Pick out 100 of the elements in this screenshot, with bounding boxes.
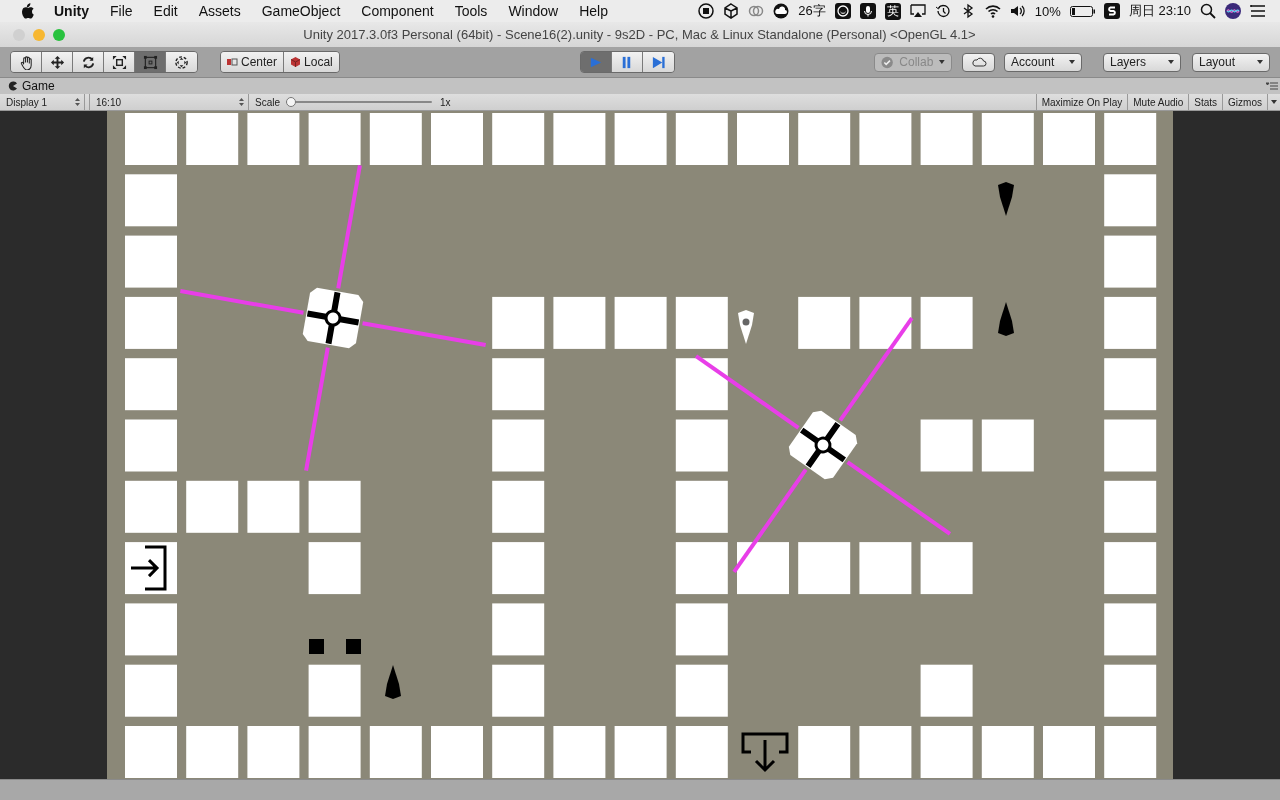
wall-tile [186,480,239,533]
wall-tile [675,664,728,717]
ship-icon [998,302,1014,336]
rect-icon [142,54,158,70]
wall-tile [1104,174,1157,227]
menu-item[interactable]: Tools [454,3,488,19]
wall-tile [1104,235,1157,288]
record-icon[interactable] [698,3,715,19]
airplay-icon[interactable] [909,3,926,19]
wall-tile [1104,726,1157,778]
wall-tile [125,235,177,288]
account-dropdown[interactable]: Account [1004,52,1082,72]
panel-menu-icon[interactable] [1266,82,1278,90]
microphone-icon[interactable] [859,3,876,19]
pivot-center-icon [227,57,238,67]
wall-tile [1043,726,1095,778]
toolbar-toggle[interactable]: Gizmos [1222,94,1267,110]
wall-tile [798,726,851,778]
wall-tile [1104,664,1157,717]
wall-tile [737,113,789,165]
checkmark-icon [881,55,894,69]
battery-icon[interactable] [1069,3,1095,19]
wall-tile [920,542,973,595]
scale-tool-button[interactable] [104,52,135,72]
wall-tile [125,296,177,349]
pivot-button[interactable]: Center [221,52,285,72]
toolbar-toggle[interactable]: Mute Audio [1127,94,1189,110]
scale-value: 1x [440,96,451,108]
s-app-icon[interactable] [1103,3,1120,19]
tray-arrow-icon [741,732,789,773]
cloud-icon[interactable] [773,3,790,19]
wall-tile [125,419,177,472]
scale-slider[interactable] [286,97,432,107]
wall-tile [981,419,1034,472]
wall-tile [125,726,177,778]
game-tab[interactable]: Game [0,79,63,93]
pause-button[interactable] [611,52,643,72]
slider-thumb[interactable] [286,97,296,107]
wall-tile [798,542,851,595]
history-clock-icon[interactable] [934,3,951,19]
wall-tile [675,358,728,411]
wall-tile [369,113,422,165]
wall-tile [859,296,912,349]
pacman-icon [8,81,18,91]
spinner-hub-icon [788,410,858,480]
stepper-arrows-icon [75,98,80,106]
smiley-icon[interactable] [834,3,851,19]
input-method-indicator[interactable]: 英 [884,2,901,20]
toolbar-toggle[interactable]: Maximize On Play [1035,94,1128,110]
wall-tile [614,726,667,778]
wall-tile [369,726,422,778]
wall-tile [492,480,545,533]
rotate-tool-button[interactable] [73,52,104,72]
menu-item[interactable]: Window [508,3,559,19]
toolbar-toggle[interactable]: Stats [1188,94,1223,110]
hand-tool-button[interactable] [11,52,42,72]
status-text: 10% [1034,3,1061,19]
display-dropdown[interactable]: Display 1 [0,94,85,110]
menu-item[interactable]: Edit [153,3,178,19]
menu-item[interactable]: Unity [54,3,89,19]
creative-cloud-icon[interactable] [748,3,765,19]
wall-tile [492,726,545,778]
wall-tile [675,542,728,595]
search-icon[interactable] [1200,3,1216,19]
wall-tile [614,296,667,349]
wall-tile [614,113,667,165]
step-button[interactable] [642,52,674,72]
wall-tile [492,296,545,349]
wall-tile [859,542,912,595]
wall-tile [308,480,361,533]
cloud-button[interactable] [962,52,995,72]
volume-icon[interactable] [1009,3,1026,19]
layout-dropdown[interactable]: Layout [1192,52,1270,72]
caret-icon [1257,60,1263,64]
wall-tile [1104,296,1157,349]
wall-tile [920,296,973,349]
gizmos-dropdown[interactable] [1267,94,1280,110]
transform-tool-button[interactable] [166,52,197,72]
wifi-icon[interactable] [984,3,1001,19]
menu-item[interactable]: Component [361,3,434,19]
wall-tile [675,419,728,472]
wall-tile [859,113,912,165]
caret-icon [1271,100,1277,104]
menu-item[interactable]: File [110,3,133,19]
menu-item[interactable]: GameObject [261,3,341,19]
unity-icon[interactable] [723,3,740,19]
list-icon[interactable] [1250,3,1266,19]
rect-tool-button[interactable] [135,52,166,72]
wall-tile [798,113,851,165]
menu-item[interactable]: Help [579,3,608,19]
siri-icon[interactable] [1225,3,1241,19]
wall-tile [308,113,361,165]
menu-item[interactable]: Assets [198,3,241,19]
wall-tile [186,113,239,165]
wall-tile [920,113,973,165]
apple-logo-icon[interactable] [20,3,34,19]
aspect-dropdown[interactable]: 16:10 [89,94,249,110]
move-tool-button[interactable] [42,52,73,72]
pivot-button[interactable]: Local [284,52,339,72]
layers-dropdown[interactable]: Layers [1103,52,1181,72]
